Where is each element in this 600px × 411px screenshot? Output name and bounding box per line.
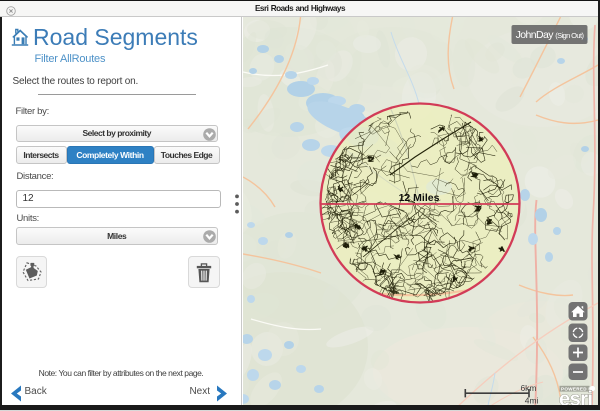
svg-text:4mi: 4mi	[524, 396, 538, 406]
svg-text:JohnDay (Sign Out): JohnDay (Sign Out)	[515, 29, 584, 41]
svg-text:6km: 6km	[520, 383, 536, 393]
svg-text:esri: esri	[559, 389, 593, 406]
svg-text:12 Miles: 12 Miles	[398, 192, 439, 204]
